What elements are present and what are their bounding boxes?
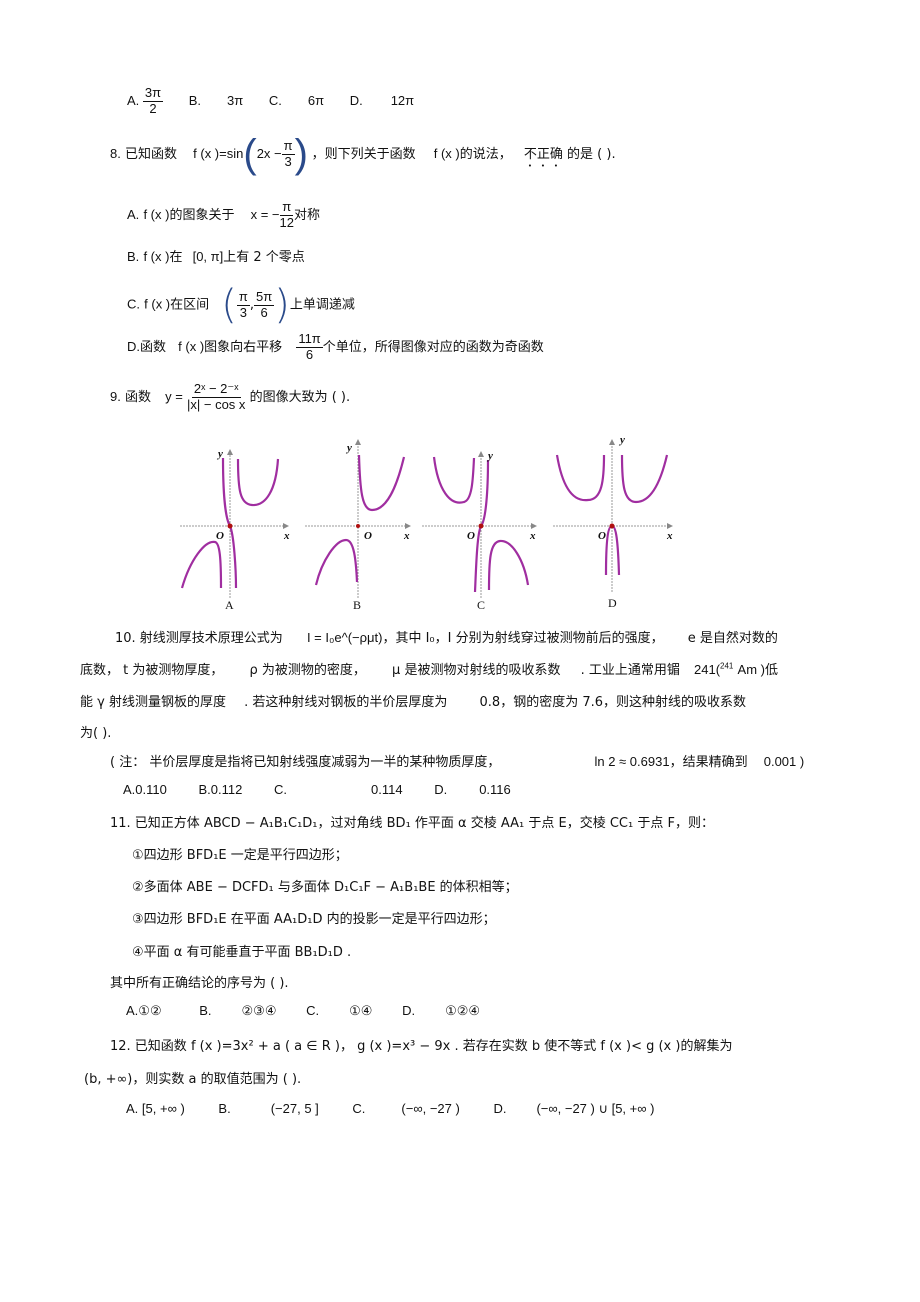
q7-option-d: D. 12π [349,92,415,108]
graph-d-x-label: x [667,530,673,542]
graph-b-curve-right [357,454,406,512]
q12-option-b: B. (−27, 5 ] [218,1101,319,1116]
q10-option-a: A.0.110 [123,782,167,797]
q8-function: f (x )=sin(2x − π 3) [193,132,308,176]
q10-option-d: D. 0.116 [434,782,511,797]
graph-d-y-label: y [620,434,625,446]
q8-emphasis: 不正确 [523,146,563,162]
q7-options: A. 3π 2 B. 3π C. 6π D. 12π [127,85,415,117]
graph-c-curve-left [432,456,476,504]
q9-stem: 9. 函数 y = 2ˣ − 2⁻ˣ |x| − cos x 的图像大致为 ( )… [110,381,351,412]
q7-option-a: A. 3π 2 [127,85,164,116]
q10-line4: 为( ). [80,726,112,741]
graph-b-origin-label: O [364,530,372,542]
q11-item-3: ③四边形 BFD₁E 在平面 AA₁D₁D 内的投影一定是平行四边形； [132,912,496,927]
q12-stem-line1: 12. 已知函数 f (x )=3x² + a ( a ∈ R )， g (x … [110,1039,733,1054]
graph-d-curve-right [620,454,669,504]
graph-c-y-label: y [488,450,493,462]
q10-formula: I = I₀e^(−ρμt) [306,630,383,645]
graph-b-y-label: y [347,442,352,454]
graph-a-origin [227,523,233,529]
q12-option-c: C. (−∞, −27 ) [352,1101,460,1116]
graph-c-origin [478,523,484,529]
graph-c-origin-label: O [467,530,475,542]
q10-line1: 10. 射线测厚技术原理公式为 I = I₀e^(−ρμt)，其中 I₀，I 分… [115,630,778,646]
graph-d-origin [609,523,615,529]
q12-options: A. [5, +∞ ) B. (−27, 5 ] C. (−∞, −27 ) D.(… [126,1101,654,1117]
graph-c-curve-right [487,539,530,591]
q10-note: ( 注： 半价层厚度是指将已知射线强度减弱为一半的某种物质厚度， ln 2 ≈ … [110,754,805,770]
q10-option-b: B.0.112 [198,782,243,797]
q8-option-b: B. f (x )在 [0, π]上有 2 个零点 [127,249,305,265]
q7-option-b: B. 3π [188,92,244,108]
q11-option-a: A.①② [126,1003,162,1018]
q11-stem: 11. 已知正方体 ABCD − A₁B₁C₁D₁，过对角线 BD₁ 作平面 α… [110,816,714,831]
q10-line3: 能 γ 射线测量钢板的厚度 . 若这种射线对钢板的半价层厚度为 0.8，钢的密度… [80,695,746,710]
q11-option-c: C. ①④ [306,1003,373,1018]
graph-d-curve-left [555,454,606,502]
q10-options: A.0.110 B.0.112 C. 0.114 D. 0.116 [123,782,511,797]
graph-d-label: D [608,596,617,610]
q7-option-a-fraction: 3π 2 [142,85,164,116]
graph-a-curve-right [236,458,280,507]
q11-option-b: B. ②③④ [199,1003,277,1018]
q9-fraction: 2ˣ − 2⁻ˣ |x| − cos x [187,381,246,412]
q11-question: 其中所有正确结论的序号为 ( ). [110,976,289,991]
graph-a-label: A [225,598,234,612]
graph-c [422,451,537,598]
q11-options: A.①② B. ②③④ C. ①④ D. ①②④ [126,1003,480,1019]
q8-stem: 8. 已知函数 f (x )=sin(2x − π 3) ，则下列关于函数 f (x… [110,132,616,176]
graph-a-origin-label: O [216,530,224,542]
graph-b [305,439,411,598]
graph-d-origin-label: O [598,530,606,542]
graph-b-label: B [353,598,362,612]
q12-stem-line2: (b, +∞)，则实数 a 的取值范围为 ( ). [84,1072,302,1087]
graph-a-curve-left [180,540,223,589]
q8-option-c: C. f (x )在区间 (π 3, 5π 6)上单调递减 [127,282,355,328]
graph-a-y-label: y [218,448,223,460]
q12-option-a: A. [5, +∞ ) [126,1101,185,1116]
graph-b-curve-left [314,538,359,586]
q10-line2: 底数， t 为被测物厚度， ρ 为被测物的密度， μ 是被测物对射线的吸收系数 … [80,661,778,678]
q12-option-d: D. (−∞, −27 ) ∪ [5, +∞ ) [493,1101,655,1116]
graph-b-x-label: x [404,530,410,542]
graph-a-x-label: x [284,530,290,542]
q11-item-4: ④平面 α 有可能垂直于平面 BB₁D₁D . [132,945,352,960]
graph-c-x-label: x [530,530,536,542]
q7-option-c: C. 6π [268,92,325,108]
graph-d [553,439,673,592]
graph-c-label: C [477,598,486,612]
graph-a [180,449,289,598]
q8-option-d: D.函数 f (x )图象向右平移 11π 6 个单位，所得图像对应的函数为奇函数 [127,331,544,362]
q11-option-d: D. ①②④ [402,1003,481,1018]
q11-item-1: ①四边形 BFD₁E 一定是平行四边形； [132,848,348,863]
q9-graphs [180,439,673,598]
q10-option-c: C. 0.114 [274,782,403,797]
q11-item-2: ②多面体 ABE − DCFD₁ 与多面体 D₁C₁F − A₁B₁BE 的体积… [132,880,518,895]
q8-option-a: A. f (x )的图象关于 x = − π 12 对称 [127,199,320,230]
graph-b-origin [356,524,360,528]
